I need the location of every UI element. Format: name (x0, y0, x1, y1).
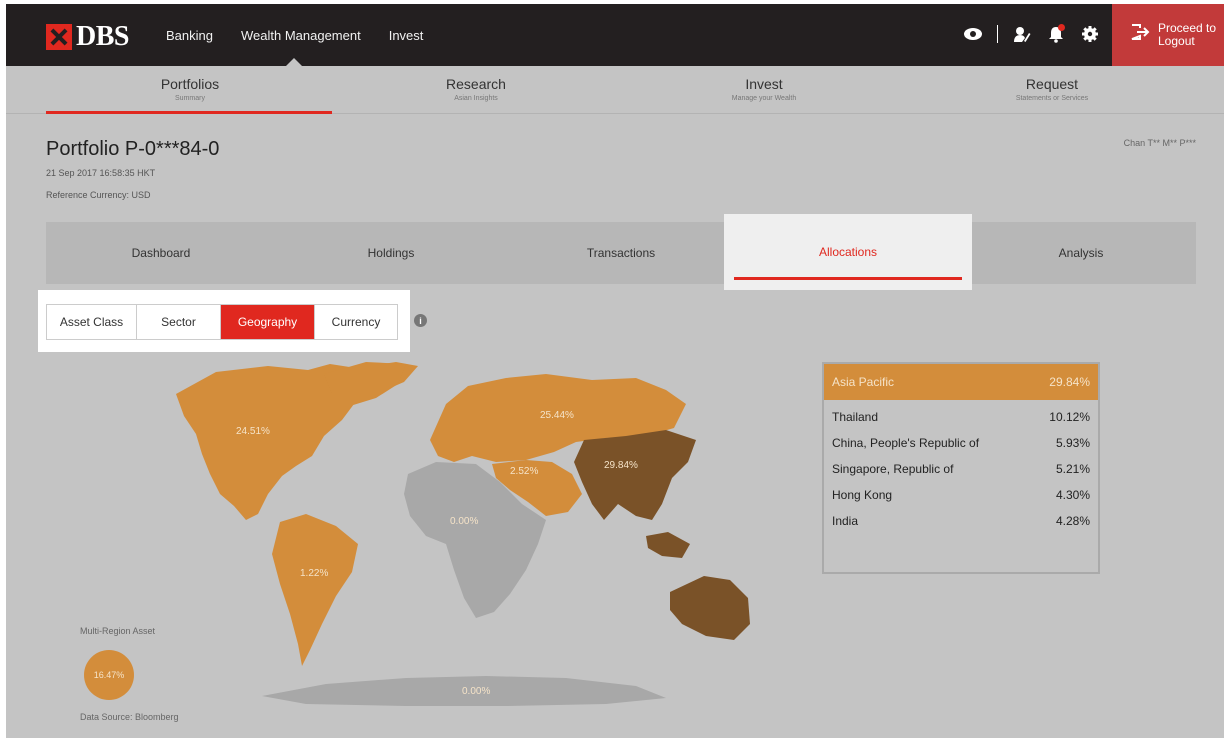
subtab-holdings[interactable]: Holdings (276, 222, 506, 284)
icon-divider (997, 25, 998, 43)
country-pct: 5.21% (1055, 462, 1090, 476)
gear-icon[interactable] (1080, 24, 1100, 44)
region-australia[interactable] (670, 576, 750, 640)
country-pct: 10.12% (1049, 410, 1090, 424)
tab-research-title: Research (446, 76, 506, 92)
multi-region-value: 16.47% (93, 670, 125, 680)
subtab-transactions[interactable]: Transactions (506, 222, 736, 284)
notification-dot (1058, 24, 1065, 31)
top-nav: Banking Wealth Management Invest (166, 28, 451, 43)
tab-request-subtitle: Statements or Services (1015, 95, 1089, 102)
nav-wealth-management[interactable]: Wealth Management (241, 28, 361, 43)
country-row: India 4.28% (824, 508, 1098, 534)
multi-region-label: Multi-Region Asset (80, 626, 156, 636)
region-south-america[interactable] (272, 514, 358, 666)
multi-region-badge[interactable]: 16.47% (84, 650, 134, 700)
tab-invest-subtitle: Manage your Wealth (731, 95, 797, 102)
tab-request[interactable]: Request Statements or Services (908, 76, 1196, 102)
eye-icon[interactable] (963, 24, 983, 44)
portfolio-title: Portfolio P-0***84-0 (46, 138, 220, 160)
nav-banking[interactable]: Banking (166, 28, 213, 43)
country-name: Hong Kong (832, 488, 893, 502)
subtab-analysis[interactable]: Analysis (966, 222, 1196, 284)
info-icon[interactable]: i (414, 314, 427, 327)
country-pct: 4.30% (1055, 488, 1090, 502)
dbs-logo[interactable]: DBS (46, 21, 129, 53)
label-asia-pacific: 29.84% (604, 460, 638, 471)
country-row: Hong Kong 4.30% (824, 482, 1098, 508)
allocation-filter: Asset Class Sector Geography Currency (46, 304, 398, 340)
label-south-america: 1.22% (300, 568, 328, 579)
active-nav-caret (286, 58, 302, 66)
label-north-america: 24.51% (236, 426, 270, 437)
data-source: Data Source: Bloomberg (80, 712, 179, 722)
header-icons (963, 24, 1100, 44)
region-asia-pacific[interactable] (574, 430, 696, 520)
label-africa: 0.00% (450, 516, 478, 527)
label-europe: 25.44% (540, 410, 574, 421)
logout-button[interactable]: Proceed to Logout (1112, 4, 1224, 66)
active-tab-underline (46, 111, 332, 114)
tab-research-subtitle: Asian Insights (454, 95, 498, 102)
subtab-allocations-label: Allocations (818, 245, 878, 259)
bell-icon[interactable] (1046, 24, 1066, 44)
label-antarctica: 0.00% (462, 686, 490, 697)
subtab-dashboard[interactable]: Dashboard (46, 222, 276, 284)
tab-request-title: Request (1025, 76, 1079, 92)
tab-portfolios-title: Portfolios (160, 76, 220, 92)
country-row: China, People's Republic of 5.93% (824, 430, 1098, 456)
logout-label: Proceed to Logout (1158, 21, 1217, 48)
subtab-allocations[interactable]: Allocations (724, 214, 972, 290)
country-name: China, People's Republic of (832, 436, 980, 450)
region-southeast-asia[interactable] (646, 532, 690, 558)
country-row: Thailand 10.12% (824, 404, 1098, 430)
subtab-active-underline (734, 277, 962, 280)
main-tabs: Portfolios Summary Research Asian Insigh… (6, 66, 1224, 114)
logout-icon (1130, 23, 1150, 47)
portfolio-timestamp: 21 Sep 2017 16:58:35 HKT (46, 168, 156, 178)
region-detail-panel: Asia Pacific 29.84% Thailand 10.12% Chin… (822, 362, 1100, 574)
country-row: Singapore, Republic of 5.21% (824, 456, 1098, 482)
region-country-list: Thailand 10.12% China, People's Republic… (824, 400, 1098, 534)
nav-invest[interactable]: Invest (389, 28, 424, 43)
user-name: Chan T** M** P*** (1123, 138, 1196, 148)
country-pct: 5.93% (1055, 436, 1090, 450)
tab-portfolios-subtitle: Summary (175, 95, 205, 102)
region-name: Asia Pacific (832, 375, 895, 389)
label-middle-east: 2.52% (510, 466, 538, 477)
filter-currency[interactable]: Currency (315, 305, 397, 339)
allocation-filter-panel: Asset Class Sector Geography Currency (38, 290, 410, 352)
country-name: India (832, 514, 859, 528)
top-bar: DBS Banking Wealth Management Invest Pro… (6, 4, 1224, 66)
profile-edit-icon[interactable] (1012, 24, 1032, 44)
region-total: 29.84% (1049, 375, 1090, 389)
portfolio-sub-tabs: Dashboard Holdings Transactions Allocati… (46, 214, 1196, 290)
app-frame: DBS Banking Wealth Management Invest Pro… (6, 4, 1224, 738)
tab-portfolios[interactable]: Portfolios Summary (46, 76, 334, 102)
country-name: Singapore, Republic of (832, 462, 954, 476)
brand-name: DBS (76, 21, 129, 52)
filter-geography[interactable]: Geography (221, 305, 315, 339)
country-pct: 4.28% (1055, 514, 1090, 528)
region-detail-header: Asia Pacific 29.84% (824, 364, 1098, 400)
reference-currency: Reference Currency: USD (46, 190, 151, 200)
tab-invest[interactable]: Invest Manage your Wealth (620, 76, 908, 102)
filter-asset-class[interactable]: Asset Class (47, 305, 137, 339)
filter-sector[interactable]: Sector (137, 305, 221, 339)
tab-invest-title: Invest (745, 76, 783, 92)
country-name: Thailand (832, 410, 879, 424)
tab-research[interactable]: Research Asian Insights (332, 76, 620, 102)
dbs-logo-icon (46, 24, 72, 50)
